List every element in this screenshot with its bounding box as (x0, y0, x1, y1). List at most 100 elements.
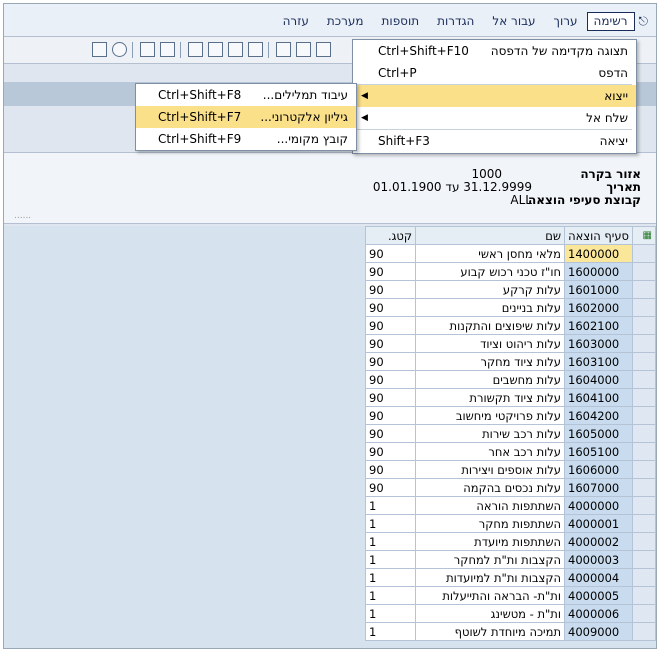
cell-name[interactable]: השתתפות מחקר (415, 514, 565, 533)
table-row[interactable]: 1604100 עלות ציוד תקשורת 90 (365, 388, 656, 407)
new-session-icon[interactable] (140, 42, 155, 57)
cell-category[interactable]: 90 (365, 334, 416, 353)
cell-category[interactable]: 90 (365, 352, 416, 371)
cell-account[interactable]: 1600000 (564, 262, 633, 281)
cell-category[interactable]: 1 (365, 532, 416, 551)
table-row[interactable]: 1601000 עלות קרקע 90 (365, 280, 656, 299)
help-icon[interactable] (112, 42, 127, 57)
select-all-icon[interactable]: ▦ (632, 226, 656, 245)
cell-category[interactable]: 90 (365, 424, 416, 443)
cell-name[interactable]: מלאי מחסן ראשי (415, 244, 565, 263)
cell-account[interactable]: 1607000 (564, 478, 633, 497)
row-selector[interactable] (632, 478, 656, 497)
cell-category[interactable]: 90 (365, 280, 416, 299)
table-row[interactable]: 1603000 עלות ריהוט וציוד 90 (365, 334, 656, 353)
cell-category[interactable]: 90 (365, 370, 416, 389)
cell-account[interactable]: 4009000 (564, 622, 633, 641)
cell-category[interactable]: 1 (365, 568, 416, 587)
cell-account[interactable]: 1601000 (564, 280, 633, 299)
column-header-name[interactable]: שם (415, 226, 565, 245)
table-row[interactable]: 4000001 השתתפות מחקר 1 (365, 514, 656, 533)
cell-category[interactable]: 90 (365, 442, 416, 461)
cell-account[interactable]: 4000004 (564, 568, 633, 587)
cell-category[interactable]: 90 (365, 316, 416, 335)
cell-name[interactable]: תמיכה מיוחדת לשוטף (415, 622, 565, 641)
cell-name[interactable]: חו"ז טכני רכוש קבוע (415, 262, 565, 281)
print-icon[interactable] (316, 42, 331, 57)
row-selector[interactable] (632, 352, 656, 371)
table-row[interactable]: 4000006 ות"ת - מטשינג 1 (365, 604, 656, 623)
row-selector[interactable] (632, 460, 656, 479)
row-selector[interactable] (632, 622, 656, 641)
find-next-icon[interactable] (276, 42, 291, 57)
table-row[interactable]: 1603100 עלות ציוד מחקר 90 (365, 352, 656, 371)
cell-account[interactable]: 1606000 (564, 460, 633, 479)
table-row[interactable]: 1607000 עלות נכסים בהקמה 90 (365, 478, 656, 497)
row-selector[interactable] (632, 298, 656, 317)
cell-category[interactable]: 90 (365, 244, 416, 263)
cell-account[interactable]: 1604200 (564, 406, 633, 425)
cell-account[interactable]: 4000003 (564, 550, 633, 569)
table-row[interactable]: 4000000 השתתפות הוראה 1 (365, 496, 656, 515)
menu-list[interactable]: רשימה (586, 12, 635, 31)
column-header-category[interactable]: קטג. (365, 226, 416, 245)
column-header-account[interactable]: סעיף הוצאה (564, 226, 633, 245)
row-selector[interactable] (632, 244, 656, 263)
table-row[interactable]: 1605100 עלות רכב אחר 90 (365, 442, 656, 461)
cell-account[interactable]: 4000001 (564, 514, 633, 533)
cell-category[interactable]: 90 (365, 478, 416, 497)
menu-system[interactable]: מערכת (318, 12, 373, 31)
resize-handle[interactable]: ...... (14, 211, 31, 221)
cell-account[interactable]: 1604100 (564, 388, 633, 407)
row-selector[interactable] (632, 388, 656, 407)
menu-item-send-to[interactable]: שלח אל ◀ (353, 107, 636, 129)
next-page-icon[interactable] (208, 42, 223, 57)
cell-category[interactable]: 1 (365, 622, 416, 641)
cell-account[interactable]: 1603100 (564, 352, 633, 371)
cell-name[interactable]: עלות רכב שירות (415, 424, 565, 443)
cell-category[interactable]: 90 (365, 298, 416, 317)
table-row[interactable]: 1400000 מלאי מחסן ראשי 90 (365, 244, 656, 263)
cell-account[interactable]: 4000000 (564, 496, 633, 515)
cell-name[interactable]: עלות שיפוצים והתקנות (415, 316, 565, 335)
cell-name[interactable]: עלות פרויקטי מיחשוב (415, 406, 565, 425)
cell-account[interactable]: 1605100 (564, 442, 633, 461)
cell-name[interactable]: עלות נכסים בהקמה (415, 478, 565, 497)
cell-category[interactable]: 1 (365, 550, 416, 569)
table-row[interactable]: 1604000 עלות מחשבים 90 (365, 370, 656, 389)
cell-category[interactable]: 90 (365, 262, 416, 281)
cell-category[interactable]: 1 (365, 496, 416, 515)
row-selector[interactable] (632, 370, 656, 389)
cell-name[interactable]: הקצבות ות"ת למיועדות (415, 568, 565, 587)
row-selector[interactable] (632, 316, 656, 335)
row-selector[interactable] (632, 514, 656, 533)
exit-window-icon[interactable]: ⎋ (635, 12, 653, 31)
row-selector[interactable] (632, 568, 656, 587)
cell-category[interactable]: 1 (365, 604, 416, 623)
table-row[interactable]: 1605000 עלות רכב שירות 90 (365, 424, 656, 443)
row-selector[interactable] (632, 604, 656, 623)
cell-name[interactable]: עלות מחשבים (415, 370, 565, 389)
cell-category[interactable]: 1 (365, 586, 416, 605)
cell-category[interactable]: 90 (365, 406, 416, 425)
cell-name[interactable]: עלות ריהוט וציוד (415, 334, 565, 353)
cell-name[interactable]: השתתפות מיועדת (415, 532, 565, 551)
layout-icon[interactable] (92, 42, 107, 57)
previous-page-icon[interactable] (228, 42, 243, 57)
cell-name[interactable]: עלות רכב אחר (415, 442, 565, 461)
cell-account[interactable]: 4000002 (564, 532, 633, 551)
menu-item-print[interactable]: הדפס Ctrl+P (353, 62, 636, 84)
first-page-icon[interactable] (248, 42, 263, 57)
shortcut-icon[interactable] (160, 42, 175, 57)
table-row[interactable]: 4000002 השתתפות מיועדת 1 (365, 532, 656, 551)
table-row[interactable]: 1602000 עלות בניינים 90 (365, 298, 656, 317)
table-row[interactable]: 4000004 הקצבות ות"ת למיועדות 1 (365, 568, 656, 587)
row-selector[interactable] (632, 532, 656, 551)
row-selector[interactable] (632, 424, 656, 443)
table-row[interactable]: 4000003 הקצבות ות"ת למחקר 1 (365, 550, 656, 569)
cell-category[interactable]: 1 (365, 514, 416, 533)
cell-name[interactable]: עלות אוספים ויצירות (415, 460, 565, 479)
menu-goto[interactable]: עבור אל (483, 12, 544, 31)
cell-name[interactable]: עלות ציוד תקשורת (415, 388, 565, 407)
cell-category[interactable]: 90 (365, 460, 416, 479)
